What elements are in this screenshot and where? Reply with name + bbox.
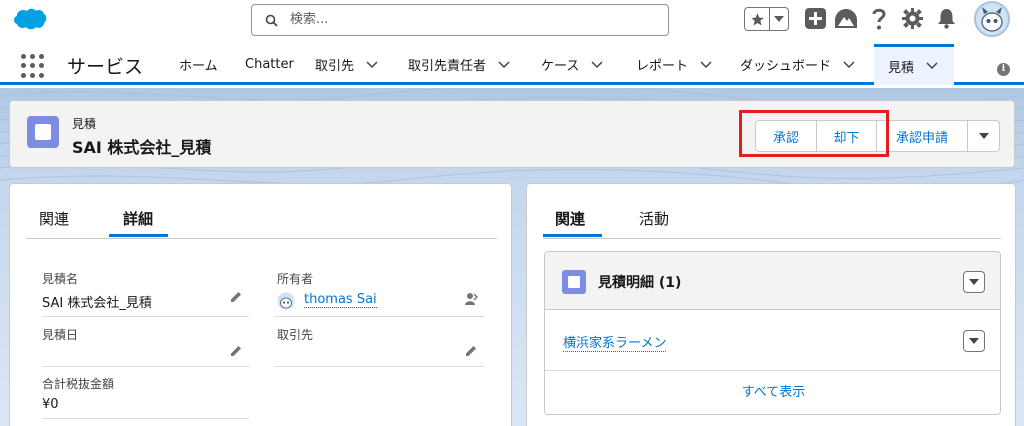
tab-related[interactable]: 関連: [555, 208, 585, 229]
field-value-quote-name: SAI 株式会社_見積: [42, 296, 152, 311]
field-label-quote-name: 見積名: [42, 272, 79, 286]
field-label-account: 取引先: [277, 328, 314, 342]
chevron-down-icon[interactable]: [498, 60, 510, 69]
record-title: SAI 株式会社_見積: [72, 138, 212, 157]
global-search-input[interactable]: 検索...: [251, 4, 669, 36]
app-navigation-bar: サービス ホーム Chatter 取引先 取引先責任者 ケース レポート ダッシ…: [0, 44, 1024, 85]
active-tab-indicator: [109, 234, 168, 237]
global-header: 検索...: [0, 0, 1024, 44]
tab-related[interactable]: 関連: [39, 208, 69, 229]
tab-label: 取引先責任者: [408, 59, 487, 74]
field-label-total-excl-tax: 合計税抜金額: [42, 377, 115, 391]
tab-divider: [26, 238, 497, 239]
tab-divider: [543, 238, 1001, 239]
record-details-card: 関連 詳細 見積名 SAI 株式会社_見積 所有者 thomas Sai 見積日…: [9, 183, 512, 426]
quote-object-icon: [27, 116, 59, 148]
related-card: 関連 活動 見積明細 (1) 横浜家系ラーメン すべて表示: [526, 183, 1016, 426]
related-list-menu-button[interactable]: [963, 271, 985, 293]
trailhead-icon[interactable]: [834, 8, 858, 30]
active-tab-indicator: [543, 234, 602, 237]
add-icon[interactable]: [805, 8, 826, 29]
chevron-down-icon[interactable]: [366, 60, 378, 69]
approve-button[interactable]: 承認: [755, 120, 817, 152]
tab-home[interactable]: ホーム: [179, 44, 218, 85]
reject-button[interactable]: 却下: [817, 120, 877, 152]
app-name: サービス: [67, 56, 144, 78]
tab-activity[interactable]: 活動: [639, 208, 669, 229]
chevron-down-icon: [969, 337, 979, 344]
tab-label: 取引先: [315, 59, 355, 74]
owner-link[interactable]: thomas Sai: [304, 292, 377, 308]
tab-contacts[interactable]: 取引先責任者: [408, 44, 510, 85]
search-placeholder: 検索...: [290, 12, 329, 27]
field-label-quote-date: 見積日: [42, 328, 79, 342]
search-icon: [265, 14, 278, 27]
tab-reports[interactable]: レポート: [636, 44, 712, 85]
chevron-down-icon[interactable]: [843, 60, 855, 69]
salesforce-cloud-logo[interactable]: [13, 7, 47, 31]
related-list-title[interactable]: 見積明細 (1): [598, 272, 681, 292]
change-owner-icon[interactable]: [464, 292, 478, 306]
related-list-header: 見積明細 (1): [545, 252, 1000, 310]
chevron-down-icon[interactable]: [926, 62, 938, 70]
bell-icon[interactable]: [937, 8, 956, 29]
app-launcher-icon[interactable]: [21, 54, 45, 78]
related-item-link[interactable]: 横浜家系ラーメン: [563, 332, 667, 352]
help-icon[interactable]: [871, 7, 887, 31]
chevron-down-icon[interactable]: [700, 60, 712, 69]
tab-label: ダッシュボード: [740, 59, 832, 74]
tab-accounts[interactable]: 取引先: [315, 44, 378, 85]
tab-label: ケース: [541, 59, 580, 74]
star-icon[interactable]: [745, 8, 770, 30]
favorites-control[interactable]: [744, 7, 789, 31]
record-object-label: 見積: [72, 117, 97, 131]
field-divider: [274, 316, 484, 317]
tab-label: 見積: [888, 60, 915, 76]
owner-avatar: [277, 292, 295, 310]
tab-dashboards[interactable]: ダッシュボード: [740, 44, 855, 85]
field-value-total-excl-tax: ¥0: [42, 397, 59, 412]
tab-details[interactable]: 詳細: [123, 208, 153, 229]
tab-label: レポート: [636, 59, 689, 74]
quote-line-object-icon: [562, 270, 586, 294]
chevron-down-icon: [978, 132, 989, 139]
tab-quotes[interactable]: 見積: [874, 44, 954, 85]
field-divider: [42, 366, 249, 367]
edit-pencil-icon[interactable]: [464, 344, 478, 358]
field-divider: [42, 418, 249, 419]
chevron-down-icon: [969, 278, 979, 285]
record-header: 見積 SAI 株式会社_見積 承認 却下 承認申請: [9, 100, 1015, 168]
related-list-quote-lines: 見積明細 (1) 横浜家系ラーメン すべて表示: [544, 251, 1001, 415]
edit-pencil-icon[interactable]: [229, 344, 243, 358]
tab-label: Chatter: [245, 57, 294, 72]
edit-pencil-icon[interactable]: [229, 290, 243, 304]
chevron-down-icon[interactable]: [591, 60, 603, 69]
chevron-down-icon[interactable]: [770, 8, 788, 30]
view-all-link[interactable]: すべて表示: [545, 370, 1000, 414]
field-divider: [274, 366, 484, 367]
tab-chatter[interactable]: Chatter: [245, 44, 294, 85]
tab-label: ホーム: [179, 59, 218, 74]
row-actions-button[interactable]: [963, 330, 985, 352]
gear-icon[interactable]: [902, 8, 923, 29]
more-actions-button[interactable]: [968, 120, 1000, 152]
tab-cases[interactable]: ケース: [541, 44, 603, 85]
field-divider: [42, 316, 249, 317]
user-avatar[interactable]: [974, 1, 1010, 37]
field-label-owner: 所有者: [277, 272, 314, 286]
record-action-buttons: 承認 却下 承認申請: [755, 120, 1000, 152]
info-icon[interactable]: i: [997, 63, 1010, 76]
submit-for-approval-button[interactable]: 承認申請: [877, 120, 968, 152]
